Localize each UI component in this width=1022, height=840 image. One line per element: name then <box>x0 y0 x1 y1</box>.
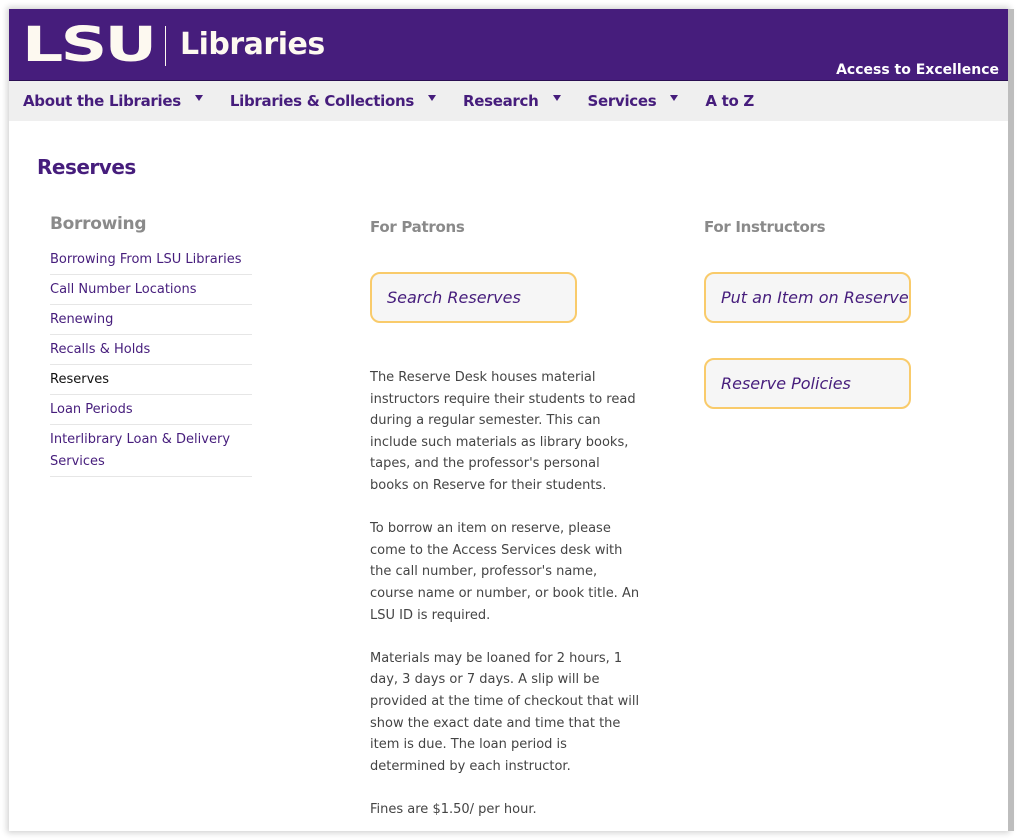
lsu-logo[interactable]: LSU <box>22 21 157 69</box>
search-reserves-button[interactable]: Search Reserves <box>370 272 577 323</box>
nav-label: Services <box>587 92 657 110</box>
nav-services[interactable]: Services <box>588 92 679 110</box>
sidebar-item-loan-periods[interactable]: Loan Periods <box>50 399 252 425</box>
sidebar-item-recalls-holds[interactable]: Recalls & Holds <box>50 339 252 365</box>
instructors-heading: For Instructors <box>704 218 826 236</box>
sidebar-item-interlibrary-loan-delivery[interactable]: Interlibrary Loan & Delivery Services <box>50 429 252 477</box>
nav-label: About the Libraries <box>23 92 181 110</box>
patrons-column: For Patrons Search Reserves The Reserve … <box>370 218 640 831</box>
sidebar: Borrowing Borrowing From LSU Libraries C… <box>50 214 252 481</box>
site-header: LSU Libraries Access to Excellence <box>9 9 1008 81</box>
paragraph: Materials may be loaned for 2 hours, 1 d… <box>370 650 640 774</box>
paragraph: The Reserve Desk houses material instruc… <box>370 370 636 493</box>
nav-a-to-z[interactable]: A to Z <box>705 92 754 110</box>
site-tagline: Access to Excellence <box>836 62 999 78</box>
sidebar-item-renewing[interactable]: Renewing <box>50 309 252 335</box>
patrons-heading: For Patrons <box>370 218 465 236</box>
nav-label: Libraries & Collections <box>229 92 414 110</box>
instructors-column: For Instructors Put an Item on Reserve R… <box>704 218 974 409</box>
caret-down-icon[interactable] <box>194 95 203 101</box>
put-item-on-reserve-button[interactable]: Put an Item on Reserve <box>704 272 911 323</box>
nav-about-the-libraries[interactable]: About the Libraries <box>23 92 203 110</box>
nav-research[interactable]: Research <box>463 92 561 110</box>
browser-page: LSU Libraries Access to Excellence About… <box>9 9 1008 831</box>
caret-down-icon[interactable] <box>552 95 561 101</box>
nav-label: A to Z <box>705 92 754 110</box>
scrollbar[interactable] <box>1008 9 1014 831</box>
fines-text: Fines are $1.50/ per hour. <box>370 801 537 817</box>
sidebar-heading: Borrowing <box>50 214 147 234</box>
reserve-policies-button[interactable]: Reserve Policies <box>704 358 911 409</box>
nav-label: Research <box>462 92 539 110</box>
sidebar-item-call-number-locations[interactable]: Call Number Locations <box>50 279 252 305</box>
sidebar-item-reserves[interactable]: Reserves <box>50 369 252 395</box>
reserves-description: The Reserve Desk houses material instruc… <box>370 367 642 820</box>
caret-down-icon[interactable] <box>670 95 679 101</box>
nav-libraries-collections[interactable]: Libraries & Collections <box>230 92 436 110</box>
logo-divider <box>165 26 166 66</box>
paragraph: To borrow an item on reserve, please com… <box>370 521 640 623</box>
page-title: Reserves <box>37 155 136 179</box>
caret-down-icon[interactable] <box>427 95 436 101</box>
libraries-logo-text[interactable]: Libraries <box>180 28 325 62</box>
sidebar-item-borrowing-from-lsu-libraries[interactable]: Borrowing From LSU Libraries <box>50 249 252 275</box>
main-nav: About the Libraries Libraries & Collecti… <box>9 81 1008 121</box>
